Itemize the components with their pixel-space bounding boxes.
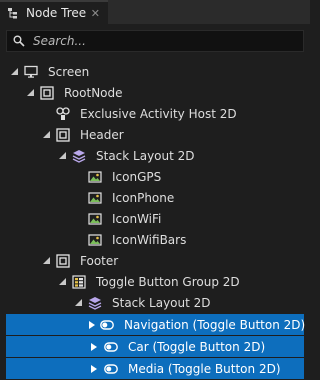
- tree-row-label: Stack Layout 2D: [96, 148, 195, 163]
- arrow-spacer: [41, 109, 51, 119]
- search-icon: [13, 35, 25, 47]
- tree-row-label: Screen: [48, 64, 90, 79]
- tree-row[interactable]: Stack Layout 2D: [0, 292, 310, 313]
- button-group-icon: [72, 274, 86, 289]
- toggle-icon: [104, 340, 118, 354]
- tree-row[interactable]: Toggle Button Group 2D: [0, 271, 310, 292]
- tree-row-label: RootNode: [64, 85, 123, 100]
- expand-arrow-icon[interactable]: [73, 298, 83, 308]
- tree-row[interactable]: Exclusive Activity Host 2D: [0, 103, 310, 124]
- tree-row[interactable]: Header: [0, 124, 310, 145]
- tree-row[interactable]: RootNode: [0, 82, 310, 103]
- tree-row[interactable]: Footer: [0, 250, 310, 271]
- tree-row-label: Stack Layout 2D: [112, 295, 211, 310]
- tree-row[interactable]: IconGPS: [0, 166, 310, 187]
- expand-arrow-icon[interactable]: [25, 88, 35, 98]
- tree-row-label: Header: [80, 127, 124, 142]
- arrow-spacer: [73, 235, 83, 245]
- image-icon: [88, 191, 102, 205]
- expand-arrow-icon[interactable]: [41, 256, 51, 266]
- expand-arrow-icon[interactable]: [57, 277, 67, 287]
- tree-row[interactable]: IconWiFi: [0, 208, 310, 229]
- node-box-icon: [56, 127, 70, 142]
- tab-title: Node Tree: [26, 6, 87, 20]
- arrow-spacer: [73, 172, 83, 182]
- expand-arrow-icon[interactable]: [41, 130, 51, 140]
- node-box-icon: [56, 253, 70, 268]
- tree-row[interactable]: Screen: [0, 61, 310, 82]
- tree-row[interactable]: Media (Toggle Button 2D): [6, 358, 304, 379]
- collapse-arrow-icon[interactable]: [89, 364, 99, 374]
- collapse-arrow-icon[interactable]: [89, 342, 99, 352]
- tree-row-label: IconGPS: [112, 169, 162, 184]
- image-icon: [88, 233, 102, 247]
- arrow-spacer: [73, 214, 83, 224]
- tree-row-label: Car (Toggle Button 2D): [128, 339, 266, 354]
- tree-hierarchy-icon: [7, 7, 19, 19]
- activity-host-icon: [56, 106, 70, 121]
- toggle-icon: [100, 318, 114, 332]
- tree-row-label: Media (Toggle Button 2D): [128, 361, 281, 376]
- tree-row[interactable]: Stack Layout 2D: [0, 145, 310, 166]
- image-icon: [88, 170, 102, 184]
- stack-layers-icon: [88, 296, 102, 310]
- stack-layers-icon: [72, 149, 86, 163]
- search-input[interactable]: [31, 33, 295, 49]
- close-icon[interactable]: ✕: [91, 7, 100, 20]
- tree-row-label: IconWifiBars: [112, 232, 187, 247]
- tree-row-label: Toggle Button Group 2D: [96, 274, 240, 289]
- expand-arrow-icon[interactable]: [57, 151, 67, 161]
- tree-row[interactable]: Car (Toggle Button 2D): [6, 336, 304, 357]
- node-box-icon: [40, 85, 54, 100]
- search-bar: [6, 30, 304, 52]
- tree-row-label: Navigation (Toggle Button 2D): [124, 317, 306, 332]
- tab-bar: Node Tree ✕: [0, 0, 310, 24]
- tree-row[interactable]: Navigation (Toggle Button 2D): [6, 314, 306, 335]
- tree-row[interactable]: IconPhone: [0, 187, 310, 208]
- arrow-spacer: [73, 193, 83, 203]
- tree-row-label: Exclusive Activity Host 2D: [80, 106, 237, 121]
- tree-row-label: IconPhone: [112, 190, 175, 205]
- monitor-icon: [24, 65, 38, 79]
- toggle-icon: [104, 362, 118, 376]
- expand-arrow-icon[interactable]: [9, 67, 19, 77]
- tab-node-tree[interactable]: Node Tree ✕: [0, 0, 108, 24]
- tree-row[interactable]: IconWifiBars: [0, 229, 310, 250]
- tree-row-label: Footer: [80, 253, 119, 268]
- tree-row-label: IconWiFi: [112, 211, 162, 226]
- image-icon: [88, 212, 102, 226]
- collapse-arrow-icon[interactable]: [89, 320, 95, 330]
